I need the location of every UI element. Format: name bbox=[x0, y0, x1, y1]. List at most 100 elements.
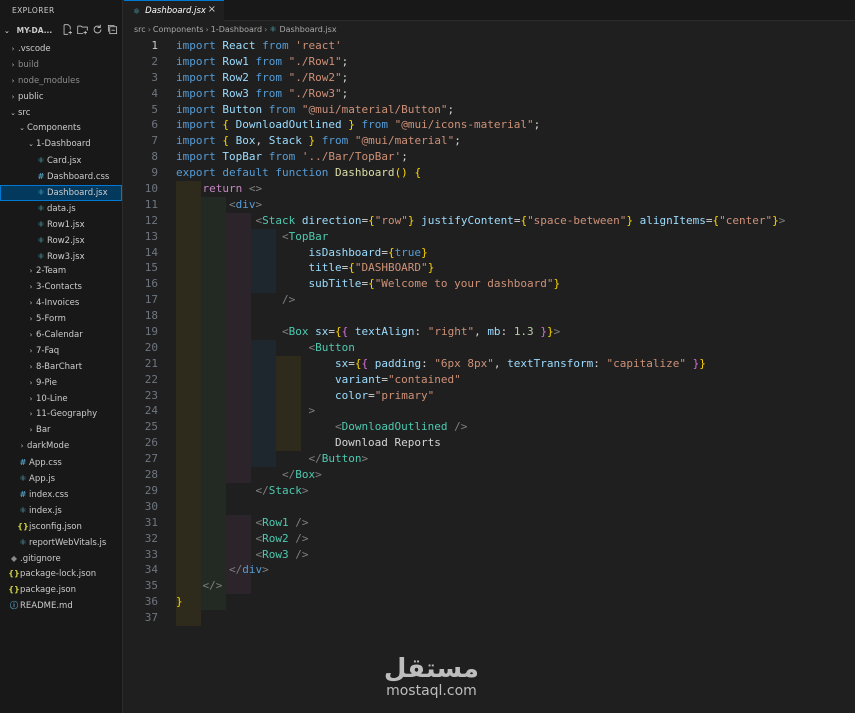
line-number: 13 bbox=[144, 229, 158, 243]
code-lines: 1 import React from 'react' 2 import Row1 f… bbox=[124, 38, 855, 626]
refresh-icon[interactable] bbox=[92, 24, 103, 35]
tab-dashboard-jsx[interactable]: ⚛ Dashboard.jsx × bbox=[124, 0, 224, 21]
tree-folder[interactable]: › public bbox=[0, 90, 122, 106]
code-token: Row3 bbox=[222, 86, 256, 100]
code-token: div bbox=[242, 563, 263, 577]
code-text: import { Box, Stack } from "@mui/materia… bbox=[176, 133, 461, 149]
code-token: } bbox=[308, 134, 322, 148]
code-token: <> bbox=[248, 182, 263, 196]
code-token: from bbox=[255, 70, 289, 84]
tree-folder[interactable]: › 3-Contacts bbox=[0, 280, 122, 296]
code-text: export default function Dashboard() { bbox=[176, 165, 421, 181]
tree-file[interactable]: ◆ .gitignore bbox=[0, 551, 122, 567]
code-token: Button bbox=[315, 340, 355, 354]
breadcrumb-item[interactable]: 1-Dashboard bbox=[211, 25, 262, 34]
code-line: 34 </div> bbox=[124, 562, 855, 578]
new-folder-icon[interactable] bbox=[77, 24, 88, 35]
code-token: from bbox=[262, 39, 296, 52]
watermark: مستقل mostaql.com bbox=[384, 655, 479, 699]
chevron-down-icon: ⌄ bbox=[4, 27, 10, 35]
breadcrumb-item[interactable]: Components bbox=[153, 25, 204, 34]
tree-file[interactable]: ⚛ index.js bbox=[0, 503, 122, 519]
tree-item-label: Dashboard.css bbox=[47, 172, 110, 183]
code-token: > bbox=[361, 452, 369, 466]
code-line: 8 import TopBar from '../Bar/TopBar'; bbox=[124, 149, 855, 165]
code-token: Row3 bbox=[262, 547, 296, 561]
tree-file[interactable]: ⚛ data.js bbox=[0, 201, 122, 217]
tree-folder[interactable]: › build bbox=[0, 58, 122, 74]
line-number: 22 bbox=[144, 372, 158, 386]
breadcrumb-item[interactable]: Dashboard.jsx bbox=[279, 25, 336, 34]
code-token: </ bbox=[228, 563, 243, 577]
tree-folder[interactable]: › node_modules bbox=[0, 74, 122, 90]
code-token: alignItems bbox=[639, 213, 706, 227]
tree-folder[interactable]: ⌄ 1-Dashboard bbox=[0, 137, 122, 153]
tree-folder[interactable]: › 5-Form bbox=[0, 312, 122, 328]
tree-folder[interactable]: › 4-Invoices bbox=[0, 296, 122, 312]
tree-item-label: data.js bbox=[47, 203, 76, 214]
code-line: 14 isDashboard={true} bbox=[124, 245, 855, 261]
code-line: 37 bbox=[124, 610, 855, 626]
chevron-down-icon: ⌄ bbox=[10, 108, 16, 117]
close-icon[interactable]: × bbox=[208, 4, 216, 15]
tree-file[interactable]: ⚛ Row2.jsx bbox=[0, 233, 122, 249]
code-line: 22 variant="contained" bbox=[124, 372, 855, 388]
tree-file[interactable]: {}package-lock.json bbox=[0, 566, 122, 582]
tree-folder[interactable]: › 9-Pie bbox=[0, 376, 122, 392]
tree-file[interactable]: ⚛ Dashboard.jsx bbox=[0, 185, 122, 201]
code-token: "contained" bbox=[387, 372, 461, 386]
code-text: /> bbox=[176, 292, 295, 308]
tree-folder[interactable]: › 10-Line bbox=[0, 392, 122, 408]
tree-folder[interactable]: › 6-Calendar bbox=[0, 328, 122, 344]
tree-folder[interactable]: ⌄ Components bbox=[0, 121, 122, 137]
code-token: { bbox=[368, 277, 375, 291]
tree-file[interactable]: # App.css bbox=[0, 455, 122, 471]
tree-folder[interactable]: ⌄ src bbox=[0, 106, 122, 122]
react-file-icon: ⚛ bbox=[269, 25, 277, 34]
json-file-icon: {} bbox=[8, 585, 20, 595]
new-file-icon[interactable] bbox=[62, 24, 73, 35]
code-line: 6 import { DownloadOutlined } from "@mui/… bbox=[124, 117, 855, 133]
tree-item-label: 4-Invoices bbox=[36, 298, 80, 309]
collapse-all-icon[interactable] bbox=[107, 24, 118, 35]
tree-folder[interactable]: › 7-Faq bbox=[0, 344, 122, 360]
tree-file[interactable]: {}jsconfig.json bbox=[0, 519, 122, 535]
tree-file[interactable]: ⚛ Row3.jsx bbox=[0, 249, 122, 265]
code-token: import bbox=[176, 70, 223, 84]
code-token: </> bbox=[202, 579, 223, 593]
tree-file[interactable]: # Dashboard.css bbox=[0, 169, 122, 185]
tree-folder[interactable]: › 2-Team bbox=[0, 264, 122, 280]
breadcrumb-item[interactable]: src bbox=[134, 25, 146, 34]
tree-folder[interactable]: › .vscode bbox=[0, 42, 122, 58]
line-number: 2 bbox=[151, 54, 158, 68]
tree-file[interactable]: {}package.json bbox=[0, 582, 122, 598]
tree-file[interactable]: ⚛ Card.jsx bbox=[0, 153, 122, 169]
code-editor[interactable]: 1 import React from 'react' 2 import Row1 f… bbox=[124, 38, 855, 713]
tree-file[interactable]: ⚛ reportWebVitals.js bbox=[0, 535, 122, 551]
tree-file[interactable]: # index.css bbox=[0, 487, 122, 503]
tree-item-label: Bar bbox=[36, 425, 51, 436]
line-number: 12 bbox=[144, 213, 158, 227]
tree-file[interactable]: ⓘ README.md bbox=[0, 598, 122, 614]
code-token: div bbox=[235, 197, 256, 211]
tree-file[interactable]: ⚛ App.js bbox=[0, 471, 122, 487]
code-token: , bbox=[493, 356, 508, 370]
code-token: Button bbox=[222, 102, 269, 116]
line-number: 17 bbox=[144, 293, 158, 307]
tree-folder[interactable]: › darkMode bbox=[0, 439, 122, 455]
code-token: Download Reports bbox=[176, 436, 441, 450]
project-folder-header[interactable]: ⌄ MY-DA... bbox=[0, 22, 122, 40]
tree-file[interactable]: ⚛ Row1.jsx bbox=[0, 217, 122, 233]
breadcrumb-separator-icon: › bbox=[264, 25, 268, 34]
line-number: 31 bbox=[144, 515, 158, 529]
tree-folder[interactable]: › Bar bbox=[0, 423, 122, 439]
tree-item-label: Card.jsx bbox=[47, 156, 82, 167]
react-file-icon: ⚛ bbox=[37, 219, 45, 229]
line-number: 30 bbox=[144, 499, 158, 513]
tree-folder[interactable]: › 11-Geography bbox=[0, 407, 122, 423]
tree-item-label: package.json bbox=[20, 585, 76, 596]
chevron-right-icon: › bbox=[20, 442, 24, 451]
tree-folder[interactable]: › 8-BarChart bbox=[0, 360, 122, 376]
